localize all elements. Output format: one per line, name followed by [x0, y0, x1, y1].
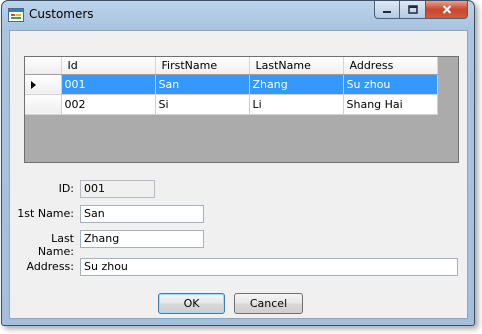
address-label: Address: — [26, 260, 74, 273]
last-name-label: Last Name: — [37, 232, 74, 258]
ok-button[interactable]: OK — [158, 293, 225, 314]
grid-header-row: Id FirstName LastName Address — [25, 57, 438, 75]
cell-lastname[interactable]: Li — [249, 94, 344, 115]
first-name-field[interactable]: San — [80, 205, 204, 223]
row-header[interactable] — [25, 74, 62, 95]
column-header-firstname[interactable]: FirstName — [155, 57, 250, 75]
customers-window: Customers Id FirstName LastName Address … — [1, 0, 475, 326]
maximize-button[interactable] — [400, 1, 426, 19]
column-header-address[interactable]: Address — [343, 57, 438, 75]
cancel-button[interactable]: Cancel — [234, 293, 303, 314]
first-name-label: 1st Name: — [17, 207, 74, 220]
cell-id[interactable]: 002 — [61, 94, 156, 115]
grid-corner-header[interactable] — [25, 57, 62, 75]
caption-buttons — [374, 1, 468, 19]
cell-firstname[interactable]: Si — [155, 94, 250, 115]
minimize-icon — [383, 10, 391, 13]
window-client-area: Id FirstName LastName Address 001 San Zh… — [9, 30, 468, 319]
id-label: ID: — [58, 182, 74, 195]
minimize-button[interactable] — [374, 1, 400, 19]
column-header-lastname[interactable]: LastName — [249, 57, 344, 75]
cell-firstname[interactable]: San — [155, 74, 250, 95]
cell-lastname[interactable]: Zhang — [249, 74, 344, 95]
cell-address[interactable]: Shang Hai — [343, 94, 438, 115]
current-row-arrow-icon — [31, 80, 36, 89]
title-bar[interactable]: Customers — [2, 1, 474, 29]
customers-grid[interactable]: Id FirstName LastName Address 001 San Zh… — [24, 56, 459, 163]
cell-address[interactable]: Su zhou — [343, 74, 438, 95]
window-title: Customers — [29, 7, 94, 21]
close-icon — [442, 5, 451, 14]
close-button[interactable] — [426, 1, 468, 19]
last-name-field[interactable]: Zhang — [80, 230, 204, 248]
table-row[interactable]: 002 Si Li Shang Hai — [25, 94, 438, 115]
column-header-id[interactable]: Id — [61, 57, 156, 75]
maximize-icon — [407, 5, 418, 14]
address-field[interactable]: Su zhou — [80, 258, 458, 276]
row-header[interactable] — [25, 94, 62, 115]
table-row[interactable]: 001 San Zhang Su zhou — [25, 74, 438, 95]
cell-id[interactable]: 001 — [61, 74, 156, 95]
id-field: 001 — [80, 180, 155, 198]
form-icon — [8, 8, 24, 22]
